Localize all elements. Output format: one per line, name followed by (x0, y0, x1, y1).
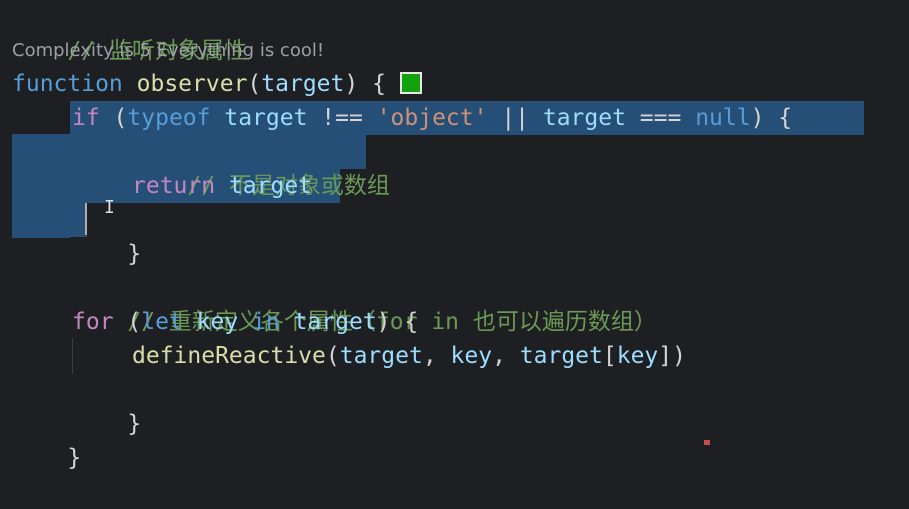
code-line-comment-redefine: // 重新定义各个属性（for in 也可以遍历数组） (72, 271, 656, 335)
function-call: defineReactive (132, 343, 326, 369)
arg-target: target (339, 343, 423, 369)
punctuation: ]) (658, 343, 686, 369)
operator: !== (307, 105, 377, 131)
code-editor[interactable]: // 监听对象属性 Complexity is 5 Everything is … (0, 0, 909, 471)
codelens-complexity[interactable]: Complexity is 5 Everything is cool! (12, 38, 324, 64)
code-line-if-statement: if (typeof target !== 'object' || target… (72, 101, 792, 135)
var-target: target (215, 173, 313, 199)
paren-close-brace: ) { (344, 71, 386, 97)
var-target: target (542, 105, 626, 131)
arg-key: key (616, 343, 659, 369)
code-line-close-function: } (12, 407, 81, 471)
punctuation: ( (325, 343, 340, 369)
keyword-return: return (132, 173, 216, 199)
var-target: target (279, 309, 377, 335)
brace-close: } (127, 411, 142, 437)
keyword-if: if (72, 105, 100, 131)
function-name: observer (136, 71, 248, 97)
param-target: target (261, 71, 345, 97)
punctuation: ( (113, 309, 142, 335)
punctuation: ) { (376, 309, 419, 335)
text-cursor-icon: I (104, 197, 115, 218)
green-square-icon[interactable] (399, 72, 422, 94)
code-line-return: return target (132, 169, 312, 203)
var-target: target (210, 105, 308, 131)
keyword-function: function (12, 71, 123, 97)
brace-close: } (67, 445, 82, 471)
code-line-close-for: } (72, 373, 141, 437)
scrollbar-marker[interactable] (704, 440, 710, 445)
code-line-comment-not-object: // 不是对象或数组 (132, 135, 390, 199)
code-line-function-declaration: function observer(target) { (12, 67, 422, 101)
punctuation: , (422, 343, 451, 369)
text-caret (85, 203, 87, 235)
brace-close: } (127, 241, 142, 267)
keyword-in: in (238, 309, 280, 335)
operator: || (487, 105, 543, 131)
keyword-null: null (695, 105, 751, 131)
operator: === (625, 105, 696, 131)
code-line-for-in: for (let key in target) { (72, 305, 418, 339)
keyword-let: let (141, 309, 183, 335)
arg-target: target (519, 343, 603, 369)
punctuation: ) { (750, 105, 793, 131)
code-line-define-reactive: defineReactive(target, key, target[key]) (132, 339, 686, 373)
code-line-comment-observe: // 监听对象属性 (12, 0, 247, 64)
arg-key: key (450, 343, 493, 369)
paren-open: ( (247, 71, 262, 97)
punctuation: , (492, 343, 520, 369)
punctuation: ( (99, 105, 128, 131)
string-literal: 'object' (376, 105, 488, 131)
keyword-typeof: typeof (127, 105, 211, 131)
selection-gutter-2 (12, 134, 70, 238)
keyword-for: for (72, 309, 114, 335)
var-key: key (182, 309, 239, 335)
punctuation: [ (602, 343, 617, 369)
